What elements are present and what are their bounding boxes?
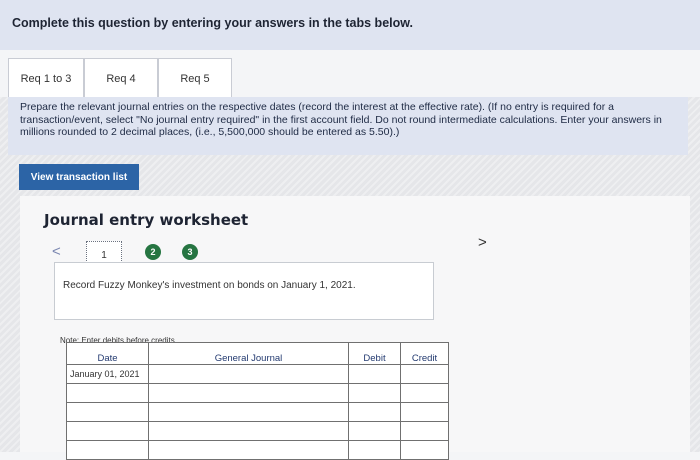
table-row (66, 440, 449, 460)
account-field[interactable] (148, 383, 349, 403)
date-cell (66, 421, 149, 441)
table-row (66, 421, 449, 441)
account-field[interactable] (148, 421, 349, 441)
table-row (66, 402, 449, 422)
date-cell: January 01, 2021 (66, 364, 149, 384)
debit-field[interactable] (348, 364, 401, 384)
credit-column-header: Credit (400, 342, 449, 365)
table-row: January 01, 2021 (66, 364, 449, 384)
chevron-right-icon[interactable]: > (478, 234, 487, 251)
account-field[interactable] (148, 402, 349, 422)
date-cell (66, 402, 149, 422)
credit-field[interactable] (400, 383, 449, 403)
credit-field[interactable] (400, 364, 449, 384)
debit-field[interactable] (348, 421, 401, 441)
date-column-header: Date (66, 342, 149, 365)
account-field[interactable] (148, 440, 349, 460)
tab-req-5[interactable]: Req 5 (158, 58, 232, 98)
general-journal-column-header: General Journal (148, 342, 349, 365)
tab-label: Req 4 (106, 72, 136, 85)
credit-field[interactable] (400, 421, 449, 441)
date-cell (66, 440, 149, 460)
debit-field[interactable] (348, 402, 401, 422)
worksheet-title: Journal entry worksheet (44, 211, 249, 229)
credit-field[interactable] (400, 440, 449, 460)
debit-field[interactable] (348, 383, 401, 403)
chevron-left-icon[interactable]: < (52, 243, 61, 260)
debit-field[interactable] (348, 440, 401, 460)
instructions-box: Prepare the relevant journal entries on … (8, 97, 688, 155)
record-instruction-box: Record Fuzzy Monkey's investment on bond… (54, 262, 434, 320)
tab-req-1-to-3[interactable]: Req 1 to 3 (8, 58, 84, 98)
question-header-text: Complete this question by entering your … (12, 16, 413, 30)
journal-table: Date General Journal Debit Credit Januar… (66, 342, 449, 460)
tab-req-4[interactable]: Req 4 (84, 58, 158, 98)
debit-column-header: Debit (348, 342, 401, 365)
tab-label: Req 1 to 3 (20, 72, 72, 85)
instructions-text: Prepare the relevant journal entries on … (20, 101, 662, 138)
view-transaction-list-button[interactable]: View transaction list (19, 164, 139, 190)
step-2-button[interactable]: 2 (145, 244, 161, 260)
step-3-button[interactable]: 3 (182, 244, 198, 260)
record-instruction-text: Record Fuzzy Monkey's investment on bond… (63, 280, 356, 291)
date-cell (66, 383, 149, 403)
table-header-row: Date General Journal Debit Credit (66, 342, 449, 365)
table-row (66, 383, 449, 403)
tab-label: Req 5 (180, 72, 210, 85)
account-field[interactable] (148, 364, 349, 384)
credit-field[interactable] (400, 402, 449, 422)
